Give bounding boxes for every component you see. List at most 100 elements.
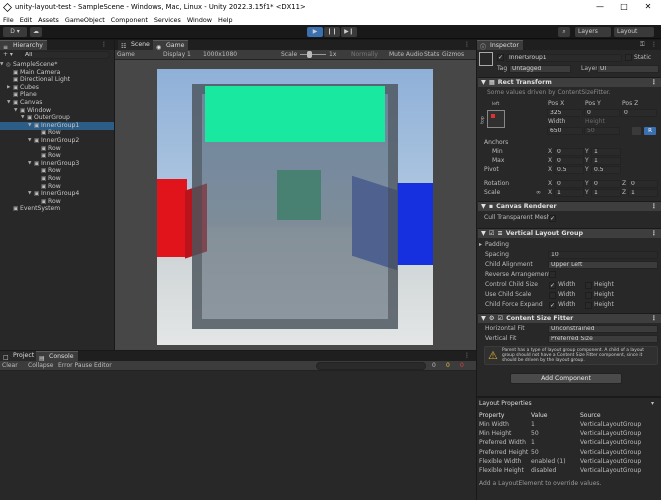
child-force-expand-width-checkbox[interactable]: ✓ [549,301,556,309]
pivot-x-field[interactable]: 0.5 [554,166,584,174]
rotation-y-field[interactable]: 0 [591,180,621,188]
tab-scene[interactable]: ☷ Scene [118,40,154,50]
play-button[interactable]: ▶ [307,27,323,37]
collapse-toggle[interactable]: Collapse [28,362,54,370]
enabled-checkbox-icon[interactable]: ☑ [489,230,495,237]
padding-label[interactable]: Padding [485,241,509,249]
control-child-size-width-checkbox[interactable]: ✓ [549,281,556,289]
vertical-layout-group-header[interactable]: ▼ ☑ ≡ Vertical Layout Group ⋮ [478,228,661,238]
step-button[interactable]: ▶❙ [341,27,357,37]
canvas-renderer-header[interactable]: ▼ ▪ Canvas Renderer ⋮ [478,201,661,211]
tab-project[interactable]: □ Project [0,351,39,361]
minimize-button[interactable]: — [588,0,612,14]
menu-component[interactable]: Component [108,16,151,24]
object-name-input[interactable]: InnerGroup1 [506,54,622,62]
add-component-button[interactable]: Add Component [510,373,622,384]
child-alignment-dropdown[interactable]: Upper Left [548,261,658,269]
kebab-icon[interactable]: ⋮ [101,41,107,49]
gizmos-dropdown[interactable]: Gizmos [442,51,464,59]
display-dropdown[interactable]: Display 1 [163,51,191,59]
tab-game[interactable]: ◉ Game [153,40,189,51]
anchor-max-x-field[interactable]: 0 [554,157,584,165]
use-child-scale-height-checkbox[interactable] [585,291,592,299]
blueprint-mode-button[interactable] [632,127,641,135]
warning-count[interactable]: 0 [446,362,450,370]
anchor-min-x-field[interactable]: 0 [554,148,584,156]
rotation-x-field[interactable]: 0 [554,180,584,188]
play-mode-dropdown[interactable]: Normally [351,51,378,59]
raw-edit-button[interactable]: R [644,127,656,135]
vertical-fit-dropdown[interactable]: Preferred Size [548,335,658,343]
pos-y-field[interactable]: 0 [584,109,620,117]
close-button[interactable]: ✕ [636,0,660,14]
console-search-input[interactable] [316,362,426,370]
rect-transform-header[interactable]: ▼ ▦ Rect Transform ⋮ [478,77,661,87]
scale-x-field[interactable]: 1 [554,189,584,197]
component-menu-icon[interactable]: ⋮ [651,202,657,211]
anchors-label[interactable]: Anchors [484,139,508,147]
kebab-icon[interactable]: ⋮ [464,352,470,360]
scale-slider-handle[interactable] [307,51,312,58]
menu-edit[interactable]: Edit [17,16,35,24]
cull-transparent-checkbox[interactable]: ✓ [549,215,556,222]
pivot-y-field[interactable]: 0.5 [591,166,621,174]
scale-y-field[interactable]: 1 [591,189,621,197]
menu-gameobject[interactable]: GameObject [62,16,108,24]
editor-dropdown[interactable]: Editor [94,362,112,370]
tab-hierarchy[interactable]: ≡ Hierarchy [0,40,47,51]
enabled-checkbox-icon[interactable]: ☑ [498,315,504,322]
error-count[interactable]: 0 [460,362,464,370]
width-field[interactable]: 650 [547,127,583,135]
layers-dropdown[interactable]: Layers [575,27,611,37]
component-menu-icon[interactable]: ⋮ [651,78,657,87]
hierarchy-search-input[interactable]: All [22,51,110,59]
rotation-z-field[interactable]: 0 [628,180,658,188]
layout-properties-menu-icon[interactable]: ▾ [651,400,654,408]
menu-services[interactable]: Services [151,16,184,24]
horizontal-fit-dropdown[interactable]: Unconstrained [548,325,658,333]
pause-button[interactable]: ❙❙ [324,27,340,37]
pos-x-field[interactable]: 325 [547,109,583,117]
component-menu-icon[interactable]: ⋮ [651,314,657,323]
resolution-dropdown[interactable]: 1000x1080 [203,51,237,59]
clear-button[interactable]: Clear [2,362,18,370]
scale-z-field[interactable]: 1 [628,189,658,197]
maximize-button[interactable]: □ [612,0,636,14]
constrain-proportions-icon[interactable]: ∞ [536,189,541,197]
cloud-icon[interactable]: ☁ [30,27,42,37]
content-size-fitter-header[interactable]: ▼ ⚙ ☑ Content Size Fitter ⋮ [478,313,661,323]
anchor-min-y-field[interactable]: 1 [591,148,621,156]
game-view-dropdown[interactable]: Game [117,51,135,59]
control-child-size-height-checkbox[interactable] [585,281,592,289]
reverse-arrangement-checkbox[interactable] [549,271,556,278]
stats-toggle[interactable]: Stats [424,51,439,59]
layout-dropdown[interactable]: Layout [614,27,654,37]
game-viewport[interactable] [157,69,433,345]
tag-dropdown[interactable]: Untagged [509,65,571,73]
menu-window[interactable]: Window [184,16,215,24]
anchor-presets-button[interactable] [487,110,505,128]
padding-foldout[interactable]: ▸ [479,241,482,249]
account-button[interactable]: D ▾ [3,27,27,37]
kebab-icon[interactable]: ⋮ [651,41,657,49]
menu-assets[interactable]: Assets [35,16,62,24]
component-menu-icon[interactable]: ⋮ [651,229,657,238]
spacing-field[interactable]: 10 [548,251,658,259]
add-object-button[interactable]: + ▾ [3,51,13,59]
scale-slider[interactable] [300,54,326,55]
static-checkbox[interactable] [625,54,632,61]
layer-dropdown[interactable]: UI [597,65,659,73]
error-pause-toggle[interactable]: Error Pause [58,362,92,370]
active-checkbox[interactable]: ✓ [497,54,504,61]
pos-z-field[interactable]: 0 [621,109,657,117]
anchor-max-y-field[interactable]: 1 [591,157,621,165]
tab-console[interactable]: ▤ Console [36,351,78,362]
height-field[interactable]: 50 [584,127,620,135]
log-count[interactable]: 0 [432,362,436,370]
menu-file[interactable]: File [0,16,17,24]
tab-inspector[interactable]: ⓘ Inspector [477,40,523,51]
kebab-icon[interactable]: ⋮ [464,41,470,49]
search-icon[interactable]: ⌕ [558,27,570,37]
child-force-expand-height-checkbox[interactable] [585,301,592,309]
menu-help[interactable]: Help [215,16,236,24]
